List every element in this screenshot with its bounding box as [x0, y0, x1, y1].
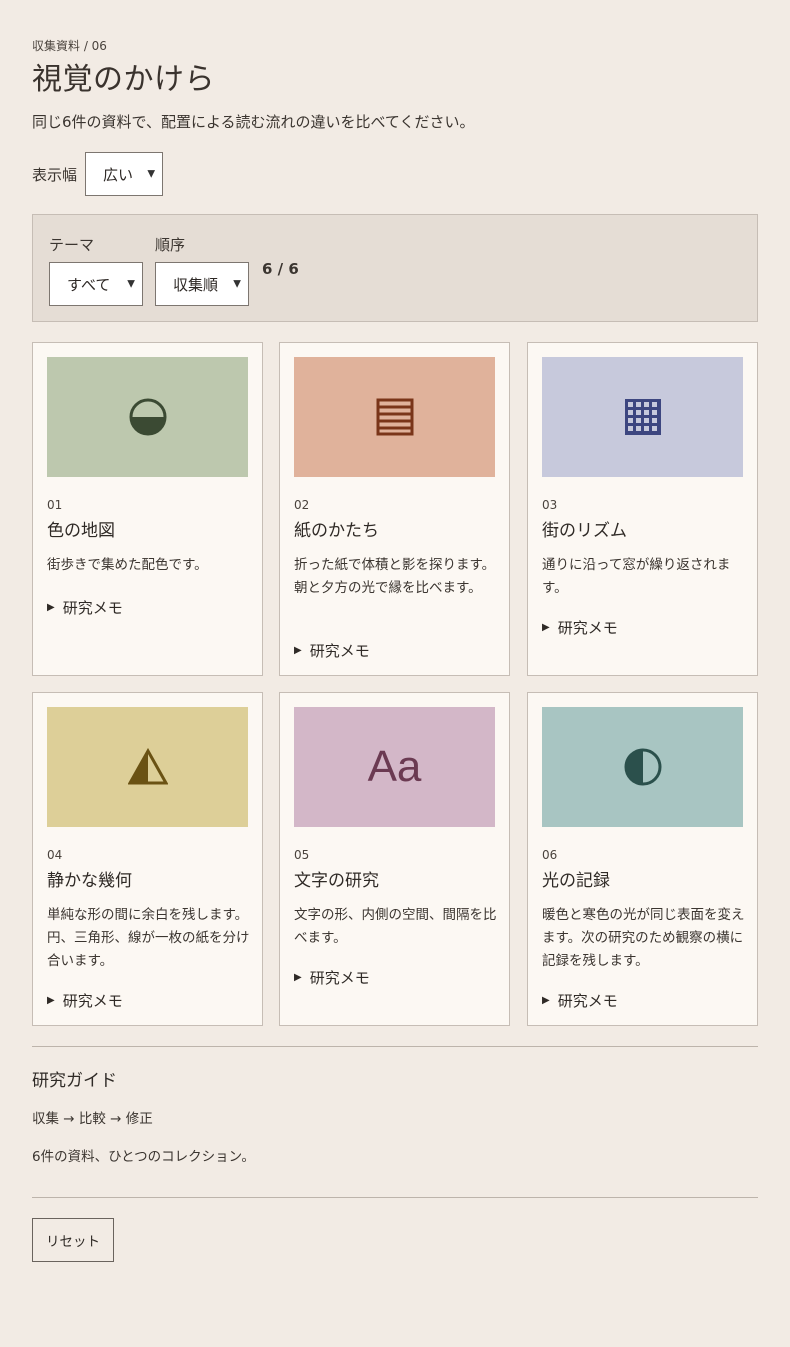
- order-select[interactable]: 収集順 ▼: [155, 262, 249, 306]
- width-select-value: 広い: [103, 165, 134, 184]
- lead-text: 同じ6件の資料で、配置による読む流れの違いを比べてください。: [32, 113, 475, 131]
- theme-select[interactable]: すべて ▼: [49, 262, 143, 306]
- memo-label: 研究メモ: [309, 642, 370, 660]
- disclosure-triangle-icon: ▶: [542, 995, 550, 1006]
- memo-label: 研究メモ: [62, 599, 123, 617]
- memo-label: 研究メモ: [62, 992, 123, 1010]
- card-title: 文字の研究: [294, 871, 379, 891]
- card: 06 光の記録 暖色と寒色の光が同じ表面を変えます。次の研究のため観察の横に記録…: [527, 692, 758, 1026]
- filter-panel: テーマ すべて ▼ 順序 収集順 ▼ 6 / 6: [32, 214, 758, 322]
- reset-button[interactable]: リセット: [32, 1218, 114, 1262]
- card-thumbnail: [47, 707, 248, 827]
- card-description: 文字の形、内側の空間、間隔を比べます。: [294, 907, 497, 946]
- card-description: 単純な形の間に余白を残します。円、三角形、線が一枚の紙を分け合います。: [47, 907, 250, 969]
- card: 02 紙のかたち 折った紙で体積と影を探ります。朝と夕方の光で縁を比べます。 ▶…: [279, 342, 510, 676]
- half-circle-icon: [129, 398, 166, 436]
- chevron-down-icon: ▼: [127, 278, 135, 290]
- type-sample-icon: Aa: [367, 742, 422, 791]
- card-number: 03: [542, 498, 558, 512]
- card: 03 街のリズム 通りに沿って窓が繰り返されます。 ▶ 研究メモ: [527, 342, 758, 676]
- card-thumbnail: [542, 707, 743, 827]
- card: Aa 05 文字の研究 文字の形、内側の空間、間隔を比べます。 ▶ 研究メモ: [279, 692, 510, 1026]
- card-number: 06: [542, 848, 558, 862]
- card-description: 街歩きで集めた配色です。: [47, 557, 208, 573]
- card-title: 街のリズム: [542, 521, 627, 541]
- window-grid-icon: [624, 399, 661, 435]
- width-control: 表示幅 広い ▼: [32, 152, 164, 196]
- card-thumbnail: [294, 357, 495, 477]
- order-select-value: 収集順: [173, 275, 219, 294]
- order-filter: 順序 収集順 ▼: [155, 234, 249, 306]
- research-memo-toggle[interactable]: ▶ 研究メモ: [294, 967, 370, 988]
- card-description: 折った紙で体積と影を探ります。朝と夕方の光で縁を比べます。: [294, 557, 496, 596]
- memo-label: 研究メモ: [557, 992, 618, 1010]
- card: 01 色の地図 街歩きで集めた配色です。 ▶ 研究メモ: [32, 342, 263, 676]
- card-number: 02: [294, 498, 310, 512]
- card-description: 暖色と寒色の光が同じ表面を変えます。次の研究のため観察の横に記録を残します。: [542, 907, 745, 969]
- half-moon-icon: [624, 748, 661, 786]
- stacked-lines-icon: [376, 398, 413, 436]
- card-title: 光の記録: [542, 871, 610, 891]
- page: 収集資料 / 06 視覚のかけら 同じ6件の資料で、配置による読む流れの違いを比…: [0, 0, 790, 1347]
- guide-flow: 収集 → 比較 → 修正: [32, 1111, 153, 1127]
- card-thumbnail: Aa: [294, 707, 495, 827]
- card-thumbnail: [47, 357, 248, 477]
- theme-filter: テーマ すべて ▼: [49, 234, 143, 306]
- card: 04 静かな幾何 単純な形の間に余白を残します。円、三角形、線が一枚の紙を分け合…: [32, 692, 263, 1026]
- research-memo-toggle[interactable]: ▶ 研究メモ: [542, 617, 618, 638]
- page-title: 視覚のかけら: [32, 62, 215, 97]
- research-memo-toggle[interactable]: ▶ 研究メモ: [47, 597, 123, 618]
- research-memo-toggle[interactable]: ▶ 研究メモ: [47, 990, 123, 1011]
- guide-note: 6件の資料、ひとつのコレクション。: [32, 1149, 255, 1165]
- divider: [32, 1197, 758, 1198]
- width-label: 表示幅: [32, 165, 78, 184]
- memo-label: 研究メモ: [557, 619, 618, 637]
- order-label: 順序: [155, 236, 186, 254]
- width-select[interactable]: 広い ▼: [85, 152, 164, 196]
- disclosure-triangle-icon: ▶: [47, 995, 55, 1006]
- card-number: 04: [47, 848, 63, 862]
- eyebrow: 収集資料 / 06: [32, 39, 107, 53]
- card-number: 01: [47, 498, 63, 512]
- disclosure-triangle-icon: ▶: [294, 645, 302, 656]
- chevron-down-icon: ▼: [147, 168, 156, 180]
- card-title: 紙のかたち: [294, 521, 379, 541]
- research-memo-toggle[interactable]: ▶ 研究メモ: [542, 990, 618, 1011]
- card-title: 色の地図: [47, 521, 115, 541]
- disclosure-triangle-icon: ▶: [294, 972, 302, 983]
- result-count: 6 / 6: [262, 260, 299, 278]
- theme-label: テーマ: [49, 236, 95, 254]
- research-memo-toggle[interactable]: ▶ 研究メモ: [294, 640, 370, 661]
- guide-title: 研究ガイド: [32, 1071, 117, 1091]
- research-guide: 研究ガイド 収集 → 比較 → 修正 6件の資料、ひとつのコレクション。: [32, 1046, 758, 1165]
- card-description: 通りに沿って窓が繰り返されます。: [542, 557, 731, 596]
- card-thumbnail: [542, 357, 743, 477]
- memo-label: 研究メモ: [309, 969, 370, 987]
- card-number: 05: [294, 848, 310, 862]
- card-title: 静かな幾何: [47, 871, 132, 891]
- triangle-icon: [127, 748, 168, 785]
- disclosure-triangle-icon: ▶: [47, 602, 55, 613]
- disclosure-triangle-icon: ▶: [542, 622, 550, 633]
- theme-select-value: すべて: [67, 275, 111, 294]
- chevron-down-icon: ▼: [233, 278, 241, 290]
